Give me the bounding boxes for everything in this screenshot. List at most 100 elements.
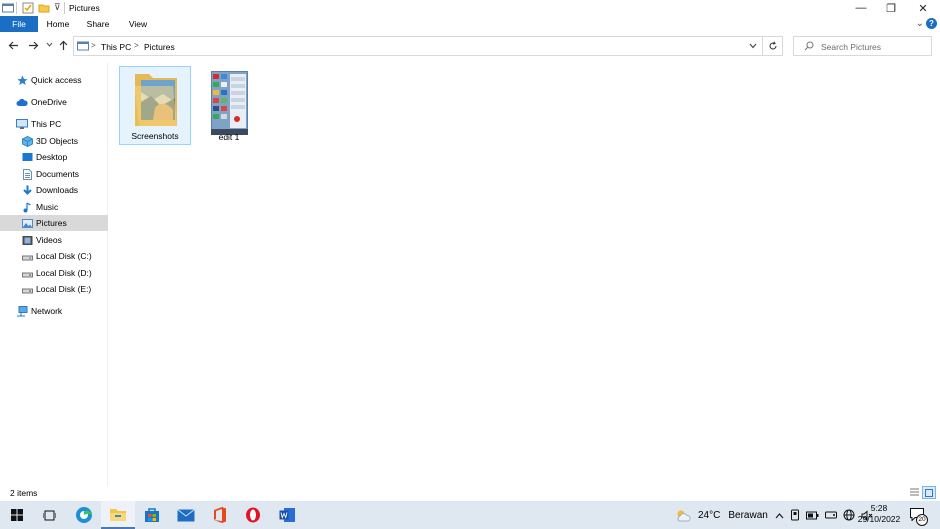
disk-icon xyxy=(22,268,33,279)
network-globe-icon[interactable] xyxy=(843,509,855,521)
large-icons-view-icon[interactable] xyxy=(922,486,936,499)
sidebar-item-label: Documents xyxy=(36,169,79,179)
tab-file[interactable]: File xyxy=(0,16,38,32)
sidebar-item-videos[interactable]: Videos xyxy=(0,232,108,248)
minimize-button[interactable]: — xyxy=(846,0,876,16)
sidebar-item-quick-access[interactable]: Quick access xyxy=(0,72,108,88)
taskbar-microsoft-store[interactable] xyxy=(135,501,169,529)
sidebar-item-music[interactable]: Music xyxy=(0,199,108,215)
weather-widget[interactable]: 24°C Berawan xyxy=(674,501,768,529)
taskbar: 24°C Berawan 5:28 29/10/2022 20 xyxy=(0,501,940,529)
partly-cloudy-icon xyxy=(677,510,691,522)
sidebar-item-label: Network xyxy=(31,306,63,316)
disk-icon xyxy=(22,284,33,295)
cube-icon xyxy=(22,136,33,147)
file-item-screenshots-folder[interactable]: Screenshots xyxy=(119,66,191,145)
document-icon xyxy=(22,169,33,180)
sidebar-item-this-pc[interactable]: This PC xyxy=(0,116,108,132)
store-icon xyxy=(145,508,159,522)
sidebar-item-local-disk-d[interactable]: Local Disk (D:) xyxy=(0,265,108,281)
tab-share[interactable]: Share xyxy=(83,16,113,32)
office-icon xyxy=(214,507,226,523)
music-icon xyxy=(22,202,33,213)
sidebar-item-pictures[interactable]: Pictures xyxy=(0,215,108,231)
sidebar-item-network[interactable]: Network xyxy=(0,303,108,319)
file-name-label: Screenshots xyxy=(131,131,179,141)
up-arrow-icon[interactable] xyxy=(58,40,69,51)
item-count: 2 items xyxy=(10,488,38,498)
sidebar-item-downloads[interactable]: Downloads xyxy=(0,182,108,198)
task-view-icon xyxy=(42,510,56,520)
computer-icon xyxy=(16,119,28,130)
disk-icon xyxy=(22,251,33,262)
sidebar-item-onedrive[interactable]: OneDrive xyxy=(0,94,108,110)
taskbar-edge[interactable] xyxy=(67,501,101,529)
cloud-icon xyxy=(16,98,28,109)
file-explorer-icon xyxy=(110,508,126,521)
taskbar-word[interactable] xyxy=(270,501,304,529)
show-hidden-icons-chevron-icon[interactable] xyxy=(775,512,784,519)
start-button[interactable] xyxy=(0,501,34,529)
sidebar-item-label: This PC xyxy=(31,119,62,129)
sidebar-item-3d-objects[interactable]: 3D Objects xyxy=(0,133,108,149)
help-icon[interactable]: ? xyxy=(926,18,937,29)
sidebar-item-label: Music xyxy=(36,202,59,212)
breadcrumb-separator[interactable]: > xyxy=(91,41,96,50)
usb-device-icon[interactable] xyxy=(790,509,800,521)
notification-count-badge: 20 xyxy=(916,514,928,526)
task-view-button[interactable] xyxy=(32,501,66,529)
clock[interactable]: 5:28 29/10/2022 xyxy=(857,503,901,525)
file-item-edit-1-image[interactable]: edit 1 xyxy=(193,66,265,145)
sidebar-item-local-disk-e[interactable]: Local Disk (E:) xyxy=(0,281,108,297)
recent-locations-chevron-icon[interactable] xyxy=(46,41,53,48)
close-button[interactable]: ✕ xyxy=(908,0,938,16)
details-view-icon[interactable] xyxy=(909,487,920,498)
star-icon xyxy=(17,75,28,86)
sidebar-item-documents[interactable]: Documents xyxy=(0,166,108,182)
sidebar-item-local-disk-c[interactable]: Local Disk (C:) xyxy=(0,248,108,264)
file-list: Screenshots edit 1 xyxy=(109,62,940,486)
breadcrumb-pictures[interactable]: Pictures xyxy=(144,42,175,52)
refresh-button[interactable] xyxy=(763,36,783,56)
window-title: Pictures xyxy=(69,3,100,13)
search-input[interactable]: Search Pictures xyxy=(821,42,881,52)
new-folder-icon[interactable] xyxy=(38,2,50,14)
video-icon xyxy=(22,235,33,246)
forward-arrow-icon[interactable] xyxy=(28,40,39,51)
mail-icon xyxy=(177,508,195,521)
this-pc-location-icon xyxy=(77,40,89,52)
search-box[interactable]: Search Pictures xyxy=(793,36,932,56)
windows-logo-icon xyxy=(11,509,23,521)
sidebar-item-label: 3D Objects xyxy=(36,136,79,146)
sidebar-item-label: Downloads xyxy=(36,185,79,195)
address-dropdown-chevron-icon[interactable] xyxy=(749,43,757,49)
sidebar-item-label: Quick access xyxy=(31,75,82,85)
window-menu-icon[interactable] xyxy=(2,2,14,14)
status-bar: 2 items xyxy=(0,486,940,501)
taskbar-mail[interactable] xyxy=(169,501,203,529)
properties-icon[interactable] xyxy=(22,2,34,14)
navigation-pane: Quick access OneDrive This PC 3D Objects… xyxy=(0,62,108,486)
search-icon xyxy=(804,41,814,51)
taskbar-opera[interactable] xyxy=(236,501,270,529)
taskbar-file-explorer[interactable] xyxy=(101,501,135,529)
disk-tray-icon[interactable] xyxy=(825,510,837,520)
weather-description: Berawan xyxy=(728,509,768,521)
breadcrumb-this-pc[interactable]: This PC xyxy=(101,42,131,52)
tab-home[interactable]: Home xyxy=(43,16,73,32)
expand-ribbon-chevron-icon[interactable]: ⌄ xyxy=(916,18,924,29)
notification-center-button[interactable]: 20 xyxy=(910,508,928,526)
customize-quick-access-icon[interactable]: ⊽ xyxy=(54,2,61,13)
breadcrumb-separator[interactable]: > xyxy=(134,41,139,50)
address-bar[interactable]: > This PC > Pictures xyxy=(73,36,763,56)
tab-view[interactable]: View xyxy=(123,16,153,32)
taskbar-office[interactable] xyxy=(203,501,237,529)
sidebar-item-desktop[interactable]: Desktop xyxy=(0,149,108,165)
clock-time: 5:28 xyxy=(870,503,888,513)
sidebar-item-label: Local Disk (C:) xyxy=(36,251,92,261)
back-arrow-icon[interactable] xyxy=(8,40,19,51)
sidebar-item-label: Videos xyxy=(36,235,62,245)
download-icon xyxy=(22,185,33,196)
restore-button[interactable]: ❐ xyxy=(876,0,906,16)
battery-icon[interactable] xyxy=(806,511,819,520)
